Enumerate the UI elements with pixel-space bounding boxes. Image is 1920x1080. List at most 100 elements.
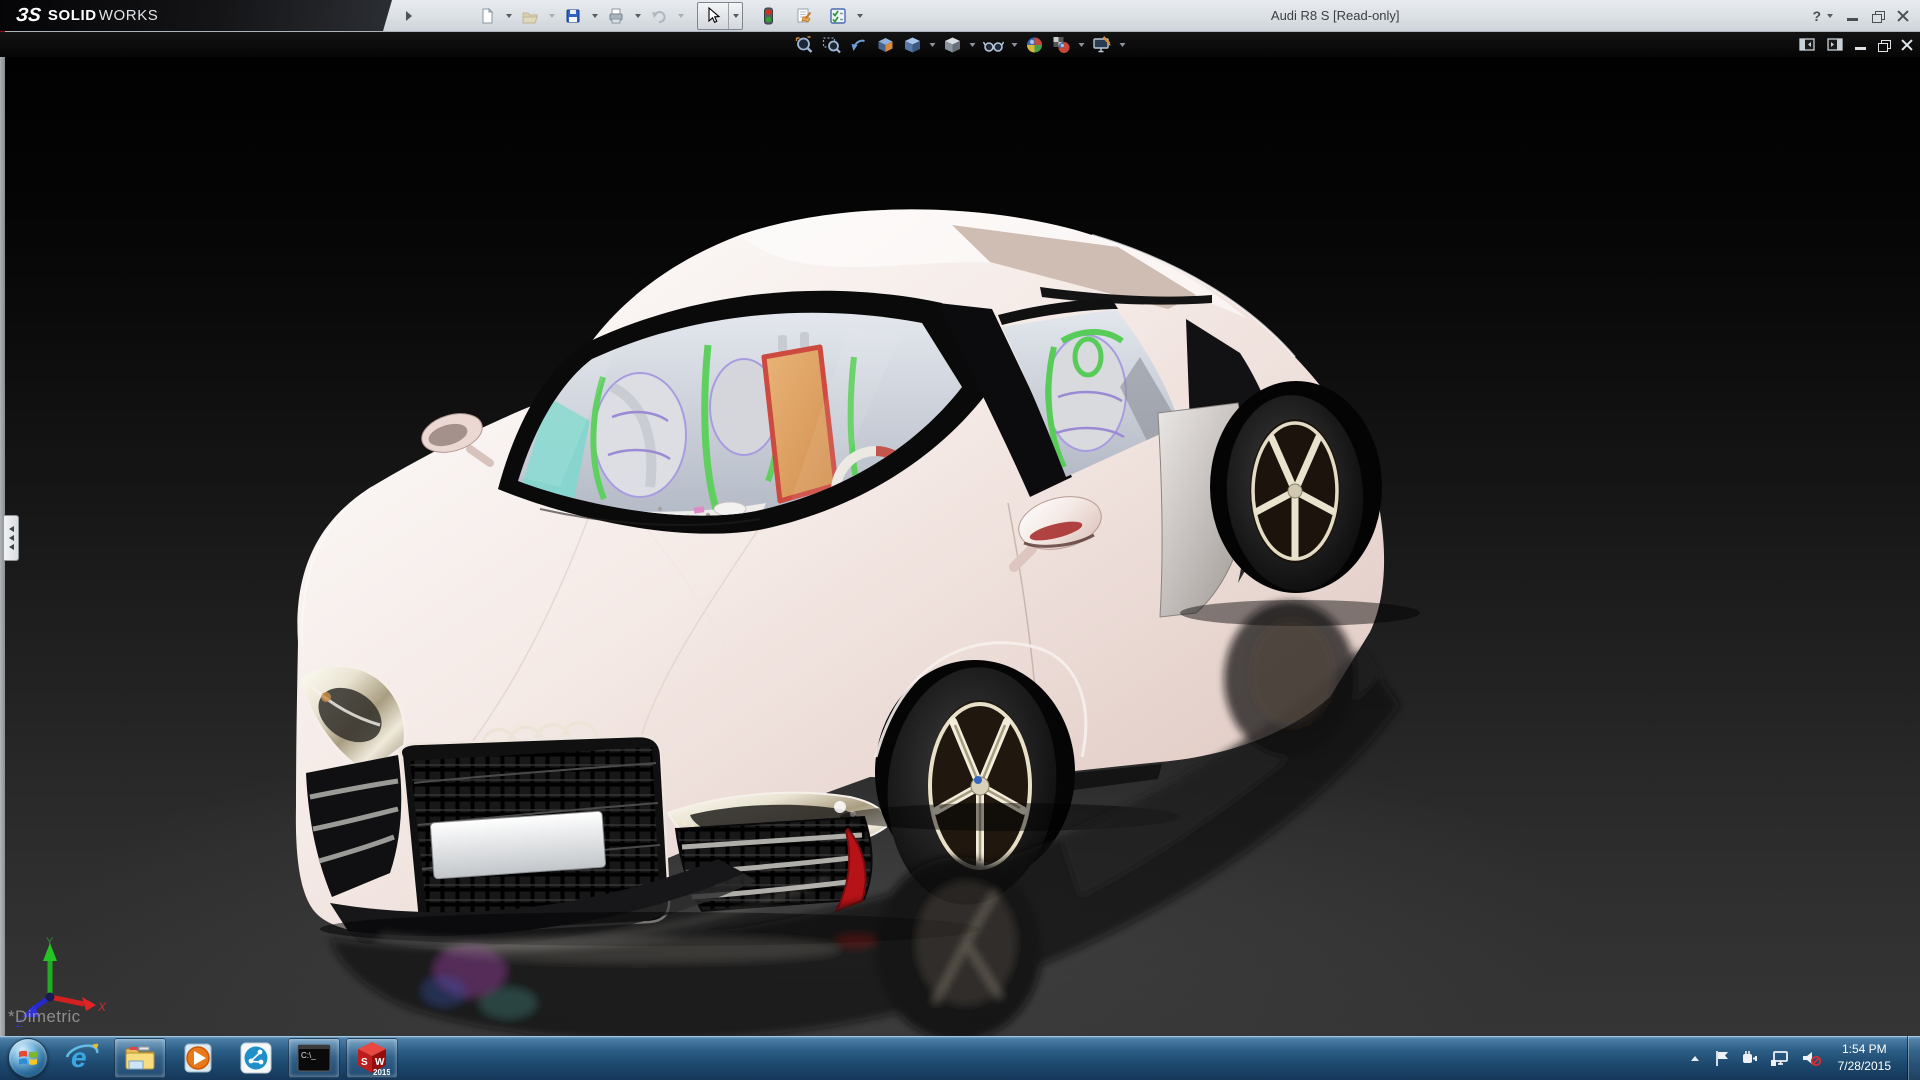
options-dropdown[interactable] [853,3,866,29]
open-document-button[interactable] [517,3,543,29]
select-tool-group [697,2,743,30]
power-plug-icon[interactable] [1741,1049,1759,1067]
svg-text:2015: 2015 [373,1068,390,1076]
taskbar-command-prompt[interactable]: C:\_ [288,1038,340,1078]
brand-solid-text: SOLID [48,7,97,24]
cursor-arrow-icon [705,7,721,25]
view-settings-dropdown[interactable] [1118,34,1128,56]
new-dropdown[interactable] [502,3,515,29]
svg-text:W: W [375,1057,385,1068]
view-orientation-button[interactable] [901,34,925,56]
rebuild-button[interactable] [755,3,781,29]
collapse-left-pane-icon[interactable] [1799,38,1815,51]
undo-dropdown[interactable] [674,3,687,29]
svg-text:C:\_: C:\_ [301,1051,316,1060]
save-floppy-icon [564,7,582,25]
taskbar-media-player[interactable] [172,1038,224,1078]
folder-icon [123,1043,157,1073]
chevron-left-icon [9,526,14,532]
audi-r8-model[interactable] [0,57,1920,1036]
open-folder-icon [521,7,539,25]
display-style-dropdown[interactable] [968,34,978,56]
file-properties-button[interactable] [791,3,817,29]
start-button[interactable] [6,1036,50,1080]
solidworks-menu-button[interactable]: ЗS SOLID WORKS [0,0,392,31]
window-controls: ? [1804,0,1920,31]
section-view-button[interactable] [874,34,898,56]
undo-icon [650,7,668,25]
file-properties-icon [795,7,813,25]
feature-panel-expand-tab[interactable] [4,515,19,561]
close-button[interactable] [1897,10,1908,21]
new-document-button[interactable] [474,3,500,29]
taskbar-share-app[interactable] [230,1038,282,1078]
help-dropdown[interactable] [1827,14,1833,18]
view-orientation-label: *Dimetric [8,1007,81,1027]
new-document-icon [478,7,496,25]
options-button[interactable] [825,3,851,29]
view-orientation-icon [903,35,923,55]
menu-bar-toolbar [412,0,866,31]
graphics-area[interactable]: Y X Z *Dimetric [0,57,1920,1036]
taskbar-internet-explorer[interactable]: e [56,1038,108,1078]
document-bar [0,32,1920,57]
zoom-to-area-icon [822,35,842,55]
open-dropdown[interactable] [545,3,558,29]
tray-clock[interactable]: 1:54 PM 7/28/2015 [1832,1041,1897,1076]
doc-restore-button[interactable] [1878,40,1889,50]
doc-minimize-button[interactable] [1855,47,1866,50]
command-prompt-icon: C:\_ [296,1043,332,1073]
save-dropdown[interactable] [588,3,601,29]
previous-view-button[interactable] [847,34,871,56]
taskbar-windows-explorer[interactable] [114,1038,166,1078]
svg-text:S: S [361,1057,368,1068]
internet-explorer-icon: e [64,1041,100,1075]
solidworks-window: ЗS SOLID WORKS [0,0,1920,1080]
select-tool-button[interactable] [698,3,728,29]
license-plate [430,811,605,879]
view-settings-icon [1092,35,1113,55]
print-button[interactable] [603,3,629,29]
display-style-icon [943,35,963,55]
show-hidden-icons-button[interactable] [1687,1056,1703,1061]
triad-x-label: X [97,1000,107,1014]
edit-appearance-button[interactable] [1023,34,1047,56]
display-style-button[interactable] [941,34,965,56]
undo-button[interactable] [646,3,672,29]
share-app-icon [239,1041,273,1075]
network-icon[interactable] [1770,1049,1790,1067]
section-view-icon [876,35,896,55]
doc-close-button[interactable] [1901,39,1912,50]
apply-scene-dropdown[interactable] [1077,34,1087,56]
show-desktop-button[interactable] [1907,1036,1920,1080]
hide-show-dropdown[interactable] [1010,34,1020,56]
zoom-to-fit-button[interactable] [793,34,817,56]
traffic-light-icon [759,7,777,25]
apply-scene-button[interactable] [1050,34,1074,56]
solidworks-logo-mark: ЗS [15,5,42,27]
zoom-to-area-button[interactable] [820,34,844,56]
zoom-to-fit-icon [795,35,815,55]
taskbar-apps: e [56,1038,398,1078]
title-bar: ЗS SOLID WORKS [0,0,1920,32]
options-checklist-icon [829,7,847,25]
select-dropdown[interactable] [728,3,742,29]
view-settings-button[interactable] [1090,34,1115,56]
chevron-left-icon [9,535,14,541]
taskbar-solidworks[interactable]: S W 2015 [346,1038,398,1078]
action-center-flag-icon[interactable] [1714,1049,1730,1067]
window-title: Audi R8 S [Read-only] [1271,8,1400,23]
restore-button[interactable] [1872,11,1883,21]
headsup-view-toolbar [793,34,1128,56]
print-icon [607,7,625,25]
help-button[interactable]: ? [1812,8,1821,24]
view-orientation-dropdown[interactable] [928,34,938,56]
minimize-button[interactable] [1847,18,1858,21]
system-tray: 1:54 PM 7/28/2015 [1687,1041,1907,1076]
hide-show-items-button[interactable] [981,34,1007,56]
volume-muted-icon[interactable] [1801,1049,1821,1067]
apply-scene-icon [1052,35,1072,55]
expand-right-pane-icon[interactable] [1827,38,1843,51]
print-dropdown[interactable] [631,3,644,29]
save-button[interactable] [560,3,586,29]
